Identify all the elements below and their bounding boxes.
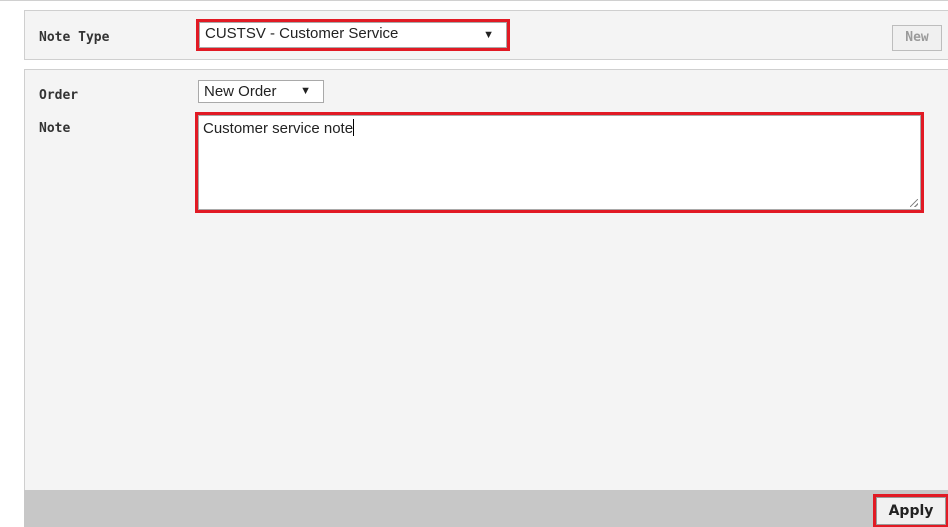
apply-button[interactable]: Apply [873, 494, 948, 527]
note-textarea[interactable]: Customer service note [195, 112, 924, 213]
text-caret [353, 119, 355, 136]
chevron-down-icon: ▼ [300, 85, 311, 97]
new-button[interactable]: New [892, 25, 942, 51]
note-type-select[interactable]: CUSTSV - Customer Service ▼ [196, 19, 510, 51]
top-divider [0, 0, 948, 1]
order-label: Order [39, 88, 79, 103]
resize-grip-icon[interactable] [910, 199, 918, 207]
note-type-selected-value: CUSTSV - Customer Service [205, 25, 399, 42]
order-select[interactable]: New Order ▼ [198, 80, 324, 103]
note-type-label: Note Type [39, 30, 110, 45]
note-label: Note [39, 121, 71, 136]
note-text: Customer service note [203, 120, 354, 137]
page: Note Type CUSTSV - Customer Service ▼ Ne… [0, 0, 948, 527]
chevron-down-icon: ▼ [483, 29, 494, 41]
note-type-panel: Note Type CUSTSV - Customer Service ▼ Ne… [24, 10, 948, 60]
footer-bar: Apply [24, 490, 948, 527]
order-selected-value: New Order [204, 83, 277, 100]
note-form-panel: Order New Order ▼ Note Customer service … [24, 69, 948, 490]
